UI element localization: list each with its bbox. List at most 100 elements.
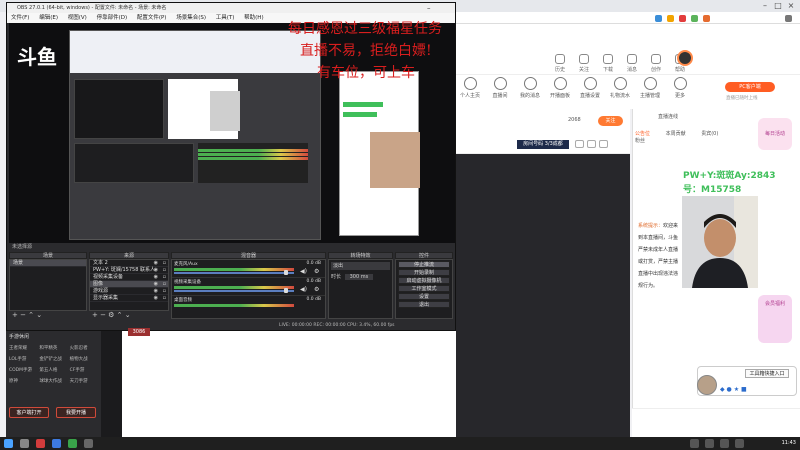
sidebar-item[interactable]: 原神 bbox=[9, 378, 37, 384]
lock-icon[interactable]: ▫ bbox=[163, 260, 166, 267]
volume-knob[interactable] bbox=[284, 288, 288, 293]
lock-icon[interactable]: ▫ bbox=[163, 267, 166, 274]
header-nav-item[interactable]: 消息 bbox=[622, 54, 642, 73]
volume-slider[interactable] bbox=[174, 272, 294, 274]
menu-file[interactable]: 文件(F) bbox=[7, 15, 33, 21]
search-icon[interactable] bbox=[20, 439, 29, 448]
scene-controls[interactable]: + − ⌃ ⌄ bbox=[9, 311, 87, 319]
lock-icon[interactable]: ▫ bbox=[163, 288, 166, 295]
sidebar-item[interactable]: 第五人格 bbox=[39, 367, 67, 373]
volume-knob[interactable] bbox=[284, 270, 288, 275]
duration-input[interactable]: 300 ms bbox=[344, 274, 374, 280]
source-row[interactable]: 文本 2 ◉ ▫ bbox=[90, 260, 168, 267]
sidebar-item[interactable]: 火影忍者 bbox=[70, 345, 98, 351]
pc-client-button[interactable]: PC客户端 bbox=[725, 82, 775, 92]
start-recording-button[interactable]: 开始录制 bbox=[398, 269, 450, 276]
category-item[interactable]: 个人主页 bbox=[455, 75, 485, 99]
windows-start-icon[interactable] bbox=[4, 439, 13, 448]
transition-select[interactable]: 淡出 bbox=[331, 262, 390, 270]
category-item[interactable]: 礼物流水 bbox=[605, 75, 635, 99]
follow-button[interactable]: 关注 bbox=[598, 116, 623, 126]
eye-icon[interactable]: ◉ bbox=[154, 295, 158, 302]
speaker-icon[interactable]: ◀) bbox=[300, 268, 307, 275]
header-nav-item[interactable]: 创作 bbox=[646, 54, 666, 73]
lock-icon[interactable]: ▫ bbox=[163, 274, 166, 281]
sidebar-item[interactable]: LOL手游 bbox=[9, 356, 37, 362]
star-icon[interactable]: ★ bbox=[734, 386, 739, 393]
sidebar-item[interactable]: 金铲铲之战 bbox=[39, 356, 67, 362]
tab-weekly-contribution[interactable]: 本周贡献 bbox=[666, 130, 686, 137]
daily-activity-badge[interactable]: 每日活动 bbox=[758, 118, 792, 150]
more-icon[interactable] bbox=[599, 140, 608, 148]
stop-streaming-button[interactable]: 停止推流 bbox=[398, 261, 450, 268]
start-broadcast-button[interactable]: 我要开播 bbox=[56, 407, 96, 418]
sidebar-item[interactable]: 植物大战 bbox=[70, 356, 98, 362]
chat-input-area[interactable] bbox=[632, 408, 800, 438]
lock-icon[interactable]: ▫ bbox=[163, 281, 166, 288]
volume-slider[interactable] bbox=[174, 290, 294, 292]
app-icon[interactable] bbox=[52, 439, 61, 448]
category-item[interactable]: 开播面板 bbox=[545, 75, 575, 99]
open-client-button[interactable]: 客户端打开 bbox=[9, 407, 49, 418]
extension-icon[interactable] bbox=[691, 15, 698, 22]
app-icon[interactable] bbox=[36, 439, 45, 448]
extension-icon[interactable] bbox=[667, 15, 674, 22]
sidebar-item[interactable]: CF手游 bbox=[70, 367, 98, 373]
toolbox-button[interactable]: 工具箱快捷入口 bbox=[745, 369, 789, 378]
menu-profile[interactable]: 配置文件(P) bbox=[133, 15, 171, 21]
category-item[interactable]: 直播设置 bbox=[575, 75, 605, 99]
tab-vip[interactable]: 贵宾(0) bbox=[701, 130, 718, 137]
report-icon[interactable] bbox=[587, 140, 596, 148]
user-avatar[interactable] bbox=[677, 50, 693, 66]
mic-icon[interactable]: ◆ bbox=[720, 386, 725, 393]
obs-icon[interactable] bbox=[84, 439, 93, 448]
eye-icon[interactable]: ◉ bbox=[154, 260, 158, 267]
tab-fans[interactable]: 粉丝 bbox=[635, 137, 645, 144]
menu-icon[interactable] bbox=[785, 15, 792, 22]
menu-tools[interactable]: 工具(T) bbox=[212, 15, 239, 21]
extension-icon[interactable] bbox=[679, 15, 686, 22]
menu-scene-collection[interactable]: 场景集合(S) bbox=[172, 15, 210, 21]
menu-view[interactable]: 视图(V) bbox=[64, 15, 91, 21]
share-icon[interactable] bbox=[575, 140, 584, 148]
chat-top-right-label[interactable]: 直播连线 bbox=[658, 113, 678, 120]
minimize-button[interactable]: – bbox=[760, 1, 770, 11]
virtual-camera-button[interactable]: 启动虚拟摄像机 bbox=[398, 277, 450, 284]
source-row[interactable]: 游戏源 ◉ ▫ bbox=[90, 288, 168, 295]
menu-edit[interactable]: 编辑(E) bbox=[35, 15, 62, 21]
member-benefit-badge[interactable]: 会员福利 bbox=[758, 295, 792, 343]
menu-help[interactable]: 帮助(H) bbox=[240, 15, 267, 21]
link-icon[interactable]: ● bbox=[727, 386, 732, 393]
speaker-icon[interactable]: ◀) bbox=[300, 286, 307, 293]
tray-icon[interactable] bbox=[705, 439, 714, 448]
source-row[interactable]: 图像 ◉ ▫ bbox=[90, 281, 168, 288]
app-icon[interactable] bbox=[68, 439, 77, 448]
menu-docks[interactable]: 停靠部件(D) bbox=[93, 15, 132, 21]
source-row[interactable]: 显示器采集 ◉ ▫ bbox=[90, 295, 168, 302]
sidebar-item[interactable]: 球球大作战 bbox=[39, 378, 67, 384]
header-nav-item[interactable]: 历史 bbox=[550, 54, 570, 73]
lock-icon[interactable]: ▫ bbox=[163, 295, 166, 302]
maximize-button[interactable]: □ bbox=[773, 1, 783, 11]
sidebar-item[interactable]: 和平精英 bbox=[39, 345, 67, 351]
tray-icon[interactable] bbox=[720, 439, 729, 448]
scene-item[interactable]: 场景 bbox=[10, 260, 86, 267]
eye-icon[interactable]: ◉ bbox=[154, 281, 158, 288]
studio-mode-button[interactable]: 工作室模式 bbox=[398, 285, 450, 292]
exit-button[interactable]: 退出 bbox=[398, 301, 450, 308]
sidebar-item[interactable]: CODM手游 bbox=[9, 367, 37, 373]
header-nav-item[interactable]: 关注 bbox=[574, 54, 594, 73]
source-row[interactable]: 视频采集设备 ◉ ▫ bbox=[90, 274, 168, 281]
extension-icon[interactable] bbox=[703, 15, 710, 22]
source-controls[interactable]: + − ⚙ ⌃ ⌄ bbox=[89, 311, 169, 319]
sidebar-item[interactable]: 王者荣耀 bbox=[9, 345, 37, 351]
volume-icon[interactable] bbox=[735, 439, 744, 448]
sidebar-item[interactable]: 天刀手游 bbox=[70, 378, 98, 384]
gear-icon[interactable]: ⚙ bbox=[314, 268, 319, 275]
category-item[interactable]: 直播间 bbox=[485, 75, 515, 99]
gear-icon[interactable]: ⚙ bbox=[314, 286, 319, 293]
settings-button[interactable]: 设置 bbox=[398, 293, 450, 300]
eye-icon[interactable]: ◉ bbox=[154, 267, 158, 274]
category-item[interactable]: 主播管理 bbox=[635, 75, 665, 99]
close-button[interactable]: × bbox=[786, 1, 796, 11]
